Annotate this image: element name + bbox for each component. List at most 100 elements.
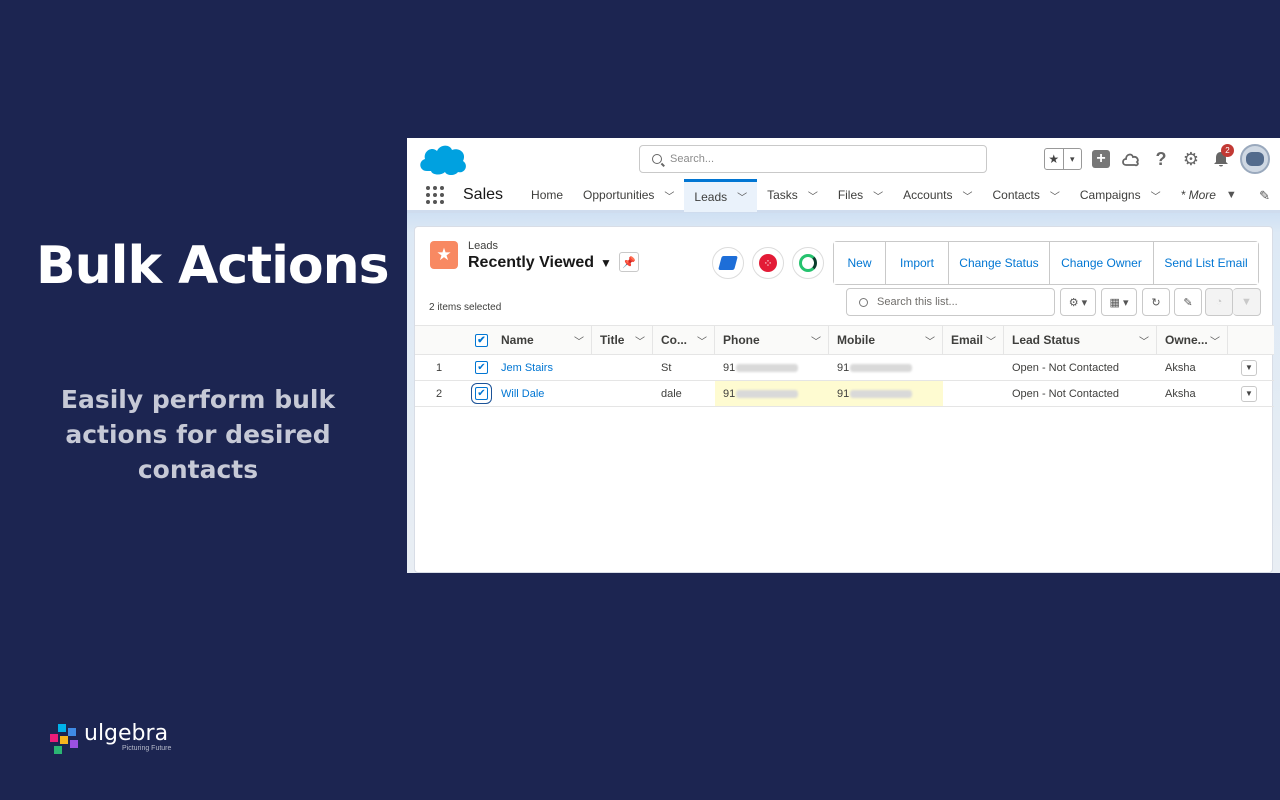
global-search-placeholder: Search...: [670, 153, 715, 165]
chevron-down-icon[interactable]: ﹀: [808, 188, 818, 203]
table-row: 1 ✔ Jem Stairs St 91 91 Open - Not Conta…: [415, 355, 1274, 381]
nav-tab-label: Campaigns: [1079, 188, 1141, 202]
nav-tab-tasks[interactable]: Tasks ﹀: [757, 180, 828, 210]
list-view-card: ★ Leads Recently Viewed ▼ 📌 ⁘ New Import …: [414, 226, 1274, 573]
row-number: 2: [436, 387, 443, 400]
nav-tab-contacts[interactable]: Contacts ﹀: [983, 180, 1070, 210]
ulgebra-logo-icon: [48, 722, 82, 756]
table-row: 2 ✔ Will Dale dale 91 91 Open - Not Cont…: [415, 381, 1274, 407]
column-label: Mobile: [837, 333, 875, 347]
new-button[interactable]: New: [834, 242, 886, 284]
favorites-menu-chevron-icon[interactable]: ▾: [1064, 149, 1082, 169]
column-header-lead-status[interactable]: Lead Status ﹀: [1004, 326, 1157, 354]
nav-tab-opportunities[interactable]: Opportunities ﹀: [573, 180, 684, 210]
nav-tab-leads[interactable]: Leads ﹀: [684, 178, 758, 212]
notifications-badge: 2: [1221, 144, 1234, 157]
column-header-company[interactable]: Co... ﹀: [653, 326, 715, 354]
column-header-title[interactable]: Title ﹀: [592, 326, 653, 354]
send-list-email-button[interactable]: Send List Email: [1154, 242, 1258, 284]
chevron-down-icon[interactable]: ﹀: [697, 333, 707, 348]
help-icon[interactable]: ?: [1150, 148, 1172, 170]
global-create-button[interactable]: +: [1090, 148, 1112, 170]
nav-tab-accounts[interactable]: Accounts ﹀: [893, 180, 982, 210]
chevron-down-icon[interactable]: ﹀: [664, 188, 674, 203]
star-icon[interactable]: ★: [1045, 149, 1064, 169]
redacted-mobile: [850, 363, 913, 372]
change-owner-button[interactable]: Change Owner: [1050, 242, 1154, 284]
edit-list-pencil-icon[interactable]: ✎: [1174, 288, 1202, 316]
row-checkbox[interactable]: ✔: [475, 361, 488, 374]
column-label: Owne...: [1165, 333, 1208, 347]
chevron-down-icon[interactable]: ﹀: [1050, 188, 1060, 203]
change-status-button[interactable]: Change Status: [949, 242, 1050, 284]
column-header-email[interactable]: Email ﹀: [943, 326, 1004, 354]
chevron-down-icon[interactable]: ﹀: [574, 333, 584, 348]
column-label: Co...: [661, 333, 687, 347]
lead-mobile[interactable]: 91: [829, 381, 943, 406]
lead-name-link[interactable]: Jem Stairs: [493, 355, 592, 380]
nav-more-menu[interactable]: * More ▼: [1171, 180, 1247, 210]
page-body: ★ Leads Recently Viewed ▼ 📌 ⁘ New Import …: [407, 213, 1280, 573]
trailhead-icon[interactable]: [1120, 148, 1142, 170]
nav-tab-campaigns[interactable]: Campaigns ﹀: [1070, 180, 1171, 210]
nav-tab-label: Contacts: [992, 188, 1040, 202]
chevron-down-icon[interactable]: ﹀: [925, 333, 935, 348]
nav-more-label: * More: [1180, 188, 1216, 202]
plus-icon: +: [1092, 150, 1110, 168]
messaging-app-button[interactable]: [712, 247, 744, 279]
chevron-down-icon[interactable]: ﹀: [1210, 333, 1220, 348]
favorites-button[interactable]: ★ ▾: [1044, 148, 1082, 170]
chevron-down-icon[interactable]: ﹀: [811, 333, 821, 348]
column-header-phone[interactable]: Phone ﹀: [715, 326, 829, 354]
list-search-input[interactable]: Search this list...: [846, 288, 1055, 316]
lead-title: [592, 381, 653, 406]
salesforce-logo-icon[interactable]: [417, 141, 469, 177]
row-checkbox[interactable]: ✔: [471, 383, 492, 404]
chevron-down-icon[interactable]: ﹀: [986, 333, 996, 348]
app-launcher-icon[interactable]: [426, 186, 444, 204]
list-settings-gear-icon[interactable]: ⚙ ▾: [1060, 288, 1096, 316]
chevron-down-icon[interactable]: ﹀: [737, 189, 747, 204]
lead-phone[interactable]: 91: [715, 381, 829, 406]
leads-table: ✔ Name ﹀ Title ﹀ Co... ﹀ Phone ﹀ Mobile ﹀ Ema…: [415, 325, 1274, 407]
lead-name-link[interactable]: Will Dale: [493, 381, 592, 406]
display-as-table-icon[interactable]: ▦ ▾: [1101, 288, 1137, 316]
row-number-header: [415, 326, 467, 354]
nav-tab-home[interactable]: Home: [521, 180, 573, 210]
chevron-down-icon[interactable]: ﹀: [1151, 188, 1161, 203]
nav-tab-label: Tasks: [767, 188, 798, 202]
chevron-down-icon[interactable]: ﹀: [1139, 333, 1149, 348]
chevron-down-icon[interactable]: ﹀: [963, 188, 973, 203]
nav-tab-files[interactable]: Files ﹀: [828, 180, 893, 210]
column-header-name[interactable]: Name ﹀: [493, 326, 592, 354]
column-header-mobile[interactable]: Mobile ﹀: [829, 326, 943, 354]
table-header: ✔ Name ﹀ Title ﹀ Co... ﹀ Phone ﹀ Mobile ﹀ Ema…: [415, 325, 1274, 355]
select-all-checkbox[interactable]: ✔: [475, 333, 488, 347]
chevron-down-icon[interactable]: ﹀: [873, 188, 883, 203]
import-button[interactable]: Import: [886, 242, 949, 284]
caret-down-icon[interactable]: ▼: [600, 256, 612, 270]
lead-title: [592, 355, 653, 380]
search-icon: [652, 154, 662, 164]
notifications-bell-icon[interactable]: 2: [1210, 144, 1234, 170]
lead-email: [943, 381, 1004, 406]
column-header-owner[interactable]: Owne... ﹀: [1157, 326, 1228, 354]
refresh-icon[interactable]: ↻: [1142, 288, 1170, 316]
lead-mobile[interactable]: 91: [829, 355, 943, 380]
user-avatar[interactable]: [1240, 144, 1270, 174]
lead-email: [943, 355, 1004, 380]
setup-gear-icon[interactable]: ⚙: [1180, 148, 1202, 170]
lead-phone[interactable]: 91: [715, 355, 829, 380]
whatsapp-button[interactable]: [792, 247, 824, 279]
list-search-placeholder: Search this list...: [877, 296, 958, 308]
list-view-selector[interactable]: Recently Viewed ▼: [468, 254, 612, 272]
twilio-sms-button[interactable]: ⁘: [752, 247, 784, 279]
brand-tagline: Picturing Future: [122, 745, 172, 752]
pin-list-view-icon[interactable]: 📌: [619, 252, 639, 272]
edit-nav-pencil-icon[interactable]: ✎: [1259, 188, 1270, 204]
row-actions-menu-icon[interactable]: ▼: [1241, 385, 1257, 402]
row-actions-menu-icon[interactable]: ▼: [1241, 359, 1257, 376]
chevron-down-icon[interactable]: ﹀: [635, 333, 645, 348]
redacted-mobile: [850, 389, 913, 398]
global-search-input[interactable]: Search...: [639, 145, 987, 173]
